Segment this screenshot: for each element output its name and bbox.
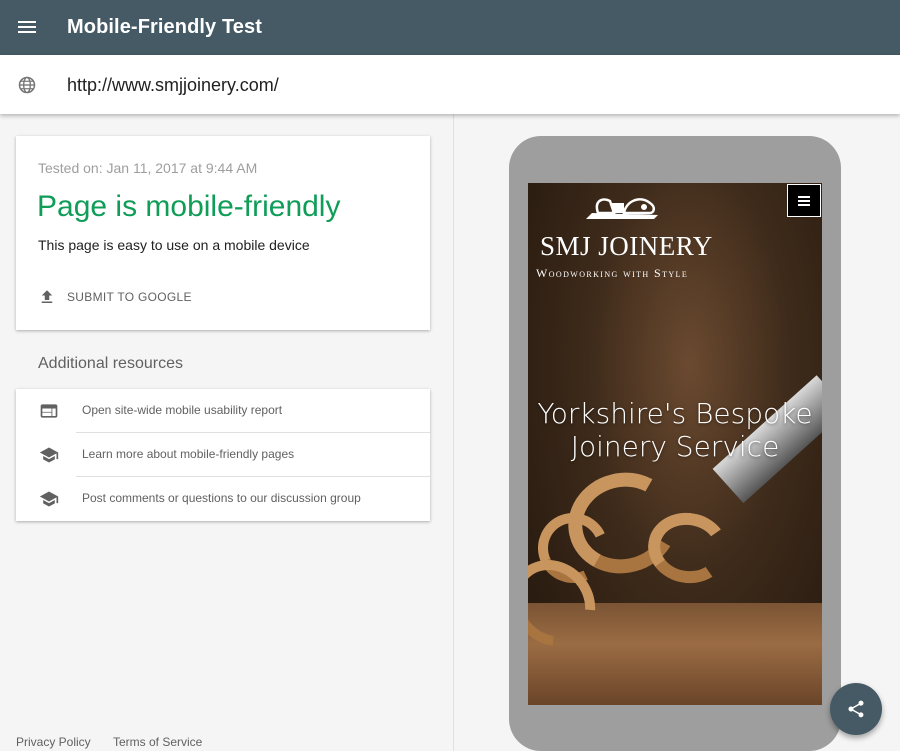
resources-title: Additional resources — [38, 355, 183, 372]
tested-on-timestamp: Tested on: Jan 11, 2017 at 9:44 AM — [38, 160, 258, 176]
app-bar: Mobile-Friendly Test — [0, 0, 900, 55]
resources-card: Open site-wide mobile usability report L… — [16, 389, 430, 521]
share-button[interactable] — [830, 683, 882, 735]
submit-label: SUBMIT TO GOOGLE — [67, 290, 192, 304]
hand-plane-logo-icon — [586, 198, 658, 219]
school-icon — [39, 447, 59, 463]
resource-label: Post comments or questions to our discus… — [82, 491, 361, 505]
menu-icon[interactable] — [14, 14, 40, 40]
school-icon — [39, 491, 59, 507]
site-hero-text: Yorkshire's Bespoke Joinery Service — [537, 397, 813, 463]
site-brand: SMJ JOINERY — [540, 231, 713, 261]
phone-preview-frame: SMJ JOINERY Woodworking with Style Yorks… — [509, 136, 841, 751]
result-card: Tested on: Jan 11, 2017 at 9:44 AM Page … — [16, 136, 430, 330]
terms-of-service-link[interactable]: Terms of Service — [113, 735, 202, 749]
privacy-policy-link[interactable]: Privacy Policy — [16, 735, 91, 749]
app-title: Mobile-Friendly Test — [67, 16, 262, 38]
upload-icon — [41, 290, 53, 303]
verdict-subtitle: This page is easy to use on a mobile dev… — [38, 237, 310, 253]
site-menu-icon — [787, 184, 821, 217]
url-bar — [0, 55, 900, 114]
pane-divider — [453, 114, 454, 751]
site-tagline: Woodworking with Style — [536, 266, 689, 280]
url-input[interactable] — [67, 71, 767, 99]
resource-usability-report[interactable]: Open site-wide mobile usability report — [16, 389, 430, 433]
resource-discussion-group[interactable]: Post comments or questions to our discus… — [16, 477, 430, 521]
page-screenshot: SMJ JOINERY Woodworking with Style Yorks… — [528, 183, 822, 705]
globe-icon — [18, 76, 36, 94]
resource-learn-more[interactable]: Learn more about mobile-friendly pages — [16, 433, 430, 477]
resource-label: Learn more about mobile-friendly pages — [82, 447, 295, 461]
results-pane: Tested on: Jan 11, 2017 at 9:44 AM Page … — [0, 114, 453, 751]
verdict-heading: Page is mobile-friendly — [37, 190, 341, 223]
web-report-icon — [40, 404, 58, 418]
submit-to-google-button[interactable]: SUBMIT TO GOOGLE — [38, 288, 192, 306]
resource-label: Open site-wide mobile usability report — [82, 403, 283, 417]
share-icon — [848, 700, 864, 718]
